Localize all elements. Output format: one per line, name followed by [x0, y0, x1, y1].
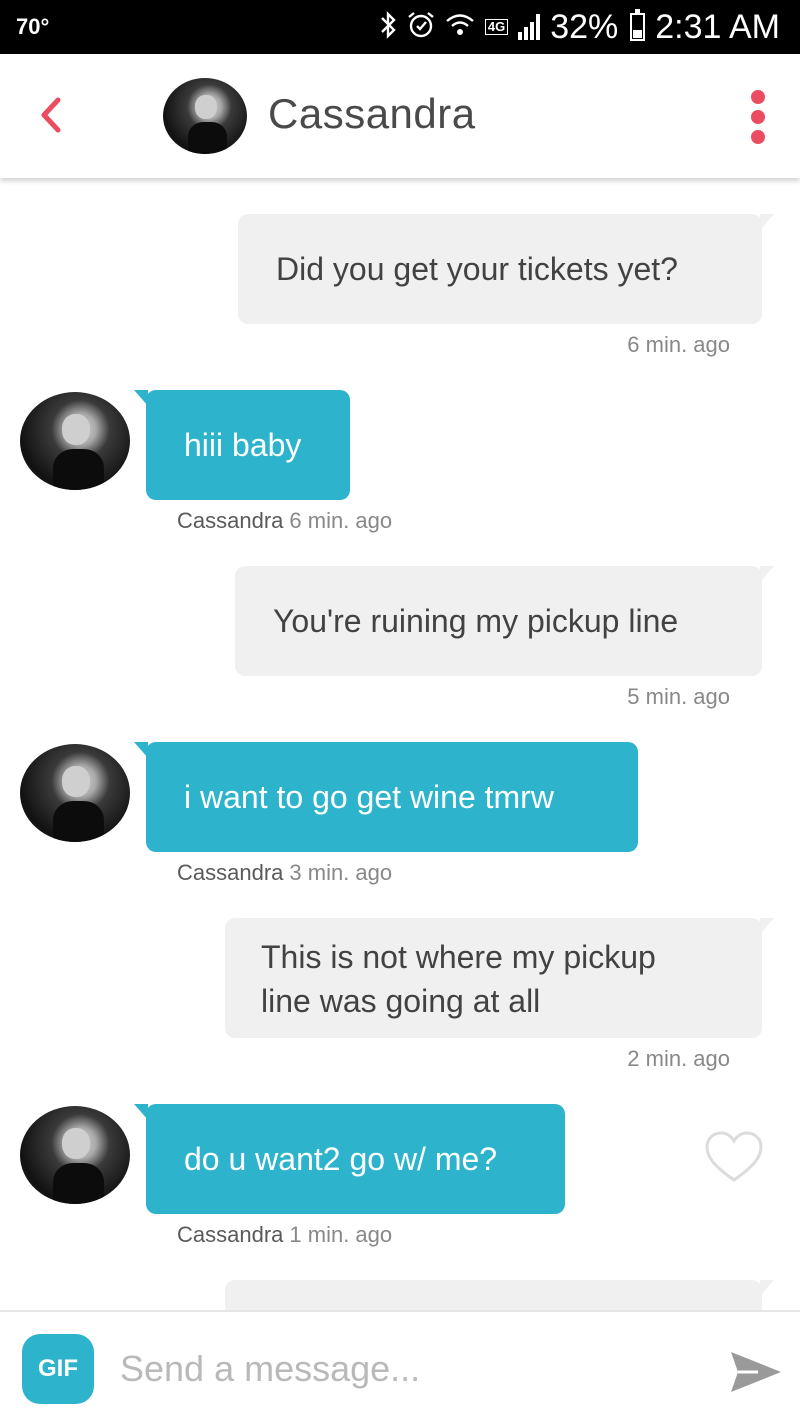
message-bubble-incoming[interactable]: do u want2 go w/ me? — [134, 1104, 565, 1214]
battery-icon — [630, 9, 646, 41]
bluetooth-icon — [379, 11, 397, 43]
message-text: You're ruining my pickup line — [273, 603, 679, 639]
sender-name: Cassandra — [177, 1222, 284, 1247]
message-text-line: line was going at all — [261, 983, 541, 1019]
message-bubble-outgoing[interactable]: You're ruining my pickup line — [235, 566, 774, 676]
temperature-text: 70° — [16, 14, 50, 39]
message-meta: Cassandra 1 min. ago — [177, 1222, 392, 1248]
like-message-button[interactable] — [704, 1130, 764, 1184]
message-meta: Cassandra 3 min. ago — [177, 860, 392, 886]
message-bubble-incoming[interactable]: hiii baby — [134, 390, 350, 500]
more-dot-icon — [751, 90, 765, 104]
sender-name: Cassandra — [177, 860, 284, 885]
contact-name[interactable]: Cassandra — [268, 90, 476, 138]
status-bar: 70° 4G 32% 2:31 AM — [0, 0, 800, 54]
more-dot-icon — [751, 130, 765, 144]
battery-percent: 32% — [550, 7, 619, 46]
message-text: Did you get your tickets yet? — [276, 251, 678, 287]
sender-avatar[interactable] — [20, 744, 130, 842]
alarm-icon — [407, 11, 435, 43]
message-time: 1 min. ago — [289, 1222, 393, 1247]
message-bubble-outgoing[interactable]: Did you get your tickets yet? — [238, 214, 774, 324]
back-button[interactable] — [30, 92, 76, 138]
status-icons: 4G 32% 2:31 AM — [379, 6, 780, 48]
wifi-icon — [445, 12, 475, 42]
message-bubble-outgoing[interactable]: This is not where my pickup line was goi… — [225, 918, 774, 1038]
message-time: 3 min. ago — [289, 860, 393, 885]
signal-icon — [518, 14, 541, 40]
message-text: do u want2 go w/ me? — [184, 1141, 498, 1177]
message-composer: GIF — [0, 1310, 800, 1422]
message-time: 6 min. ago — [627, 332, 730, 357]
chevron-left-icon — [41, 97, 61, 133]
gif-button[interactable]: GIF — [22, 1334, 94, 1404]
battery-level-fill — [633, 30, 643, 38]
clock-time: 2:31 AM — [655, 7, 780, 46]
message-time: 6 min. ago — [289, 508, 393, 533]
heart-icon — [705, 1131, 763, 1182]
message-time: 2 min. ago — [627, 1046, 730, 1071]
chat-header: Cassandra — [0, 54, 800, 178]
sender-avatar[interactable] — [20, 1106, 130, 1204]
message-meta: Cassandra 6 min. ago — [177, 508, 392, 534]
send-icon — [731, 1352, 781, 1392]
message-text: hiii baby — [184, 427, 302, 463]
message-text-line: This is not where my pickup — [261, 939, 656, 975]
message-text: i want to go get wine tmrw — [184, 779, 554, 815]
message-bubble-incoming[interactable]: i want to go get wine tmrw — [134, 742, 638, 852]
more-options-button[interactable] — [744, 90, 772, 144]
sender-avatar[interactable] — [20, 392, 130, 490]
send-button[interactable] — [728, 1348, 784, 1396]
more-dot-icon — [751, 110, 765, 124]
message-input[interactable] — [120, 1342, 680, 1396]
lte-icon: 4G — [484, 19, 509, 35]
message-time: 5 min. ago — [627, 684, 730, 709]
contact-avatar[interactable] — [163, 78, 247, 154]
sender-name: Cassandra — [177, 508, 284, 533]
